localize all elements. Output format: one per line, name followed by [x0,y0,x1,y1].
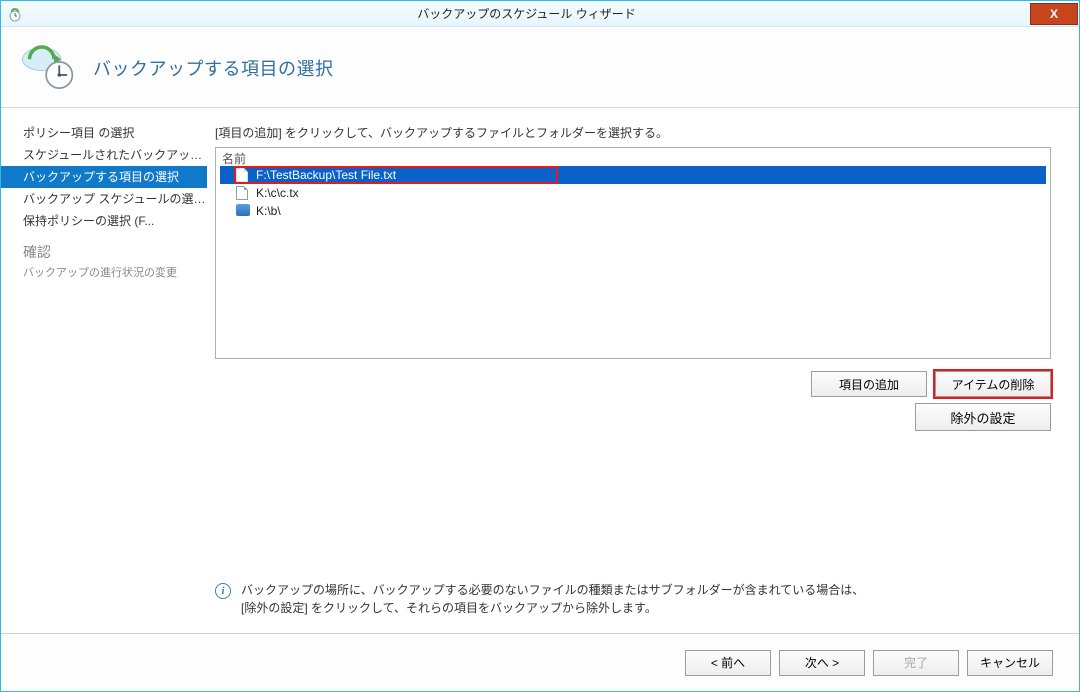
step-policy-items[interactable]: ポリシー項目 の選択 [1,122,207,144]
cloud-backup-icon [19,40,75,96]
info-text: バックアップの場所に、バックアップする必要のないファイルの種類またはサブフォルダ… [241,581,864,617]
step-select-items[interactable]: バックアップする項目の選択 [1,166,207,188]
cancel-button[interactable]: キャンセル [967,650,1053,676]
info-line-1: バックアップの場所に、バックアップする必要のないファイルの種類またはサブフォルダ… [241,583,864,597]
file-icon [236,186,252,200]
titlebar: バックアップのスケジュール ウィザード X [1,1,1079,27]
list-row-path: K:\c\c.tx [256,186,299,200]
step-confirm-sub: バックアップの進行状況の変更 [23,264,207,280]
info-line-2: [除外の設定] をクリックして、それらの項目をバックアップから除外します。 [241,601,657,615]
file-icon [236,168,252,182]
wizard-window: バックアップのスケジュール ウィザード X バックアップする項目の選択 ポリシー… [0,0,1080,692]
list-header-name: 名前 [216,148,1050,164]
remove-items-button[interactable]: アイテムの削除 [935,371,1051,397]
instruction-text: [項目の追加] をクリックして、バックアップするファイルとフォルダーを選択する。 [215,124,1051,141]
items-list[interactable]: 名前 F:\TestBackup\Test File.txt K:\c\c.tx [215,147,1051,359]
list-body: F:\TestBackup\Test File.txt K:\c\c.tx K:… [220,166,1046,354]
wizard-header: バックアップする項目の選択 [1,28,1079,108]
info-block: i バックアップの場所に、バックアップする必要のないファイルの種類またはサブフォ… [215,581,1051,617]
next-button[interactable]: 次へ > [779,650,865,676]
wizard-footer: < 前へ 次へ > 完了 キャンセル [1,633,1079,691]
content-area: [項目の追加] をクリックして、バックアップするファイルとフォルダーを選択する。… [207,108,1079,633]
window-title: バックアップのスケジュール ウィザード [23,5,1030,22]
list-row[interactable]: K:\b\ [220,202,1046,220]
wizard-steps-sidebar: ポリシー項目 の選択 スケジュールされたバックアップを... バックアップする項… [1,108,207,633]
step-scheduled-backup[interactable]: スケジュールされたバックアップを... [1,144,207,166]
finish-button: 完了 [873,650,959,676]
close-button[interactable]: X [1030,3,1078,25]
step-retention-policy[interactable]: 保持ポリシーの選択 (F... [1,210,207,232]
add-items-button[interactable]: 項目の追加 [811,371,927,397]
step-select-schedule[interactable]: バックアップ スケジュールの選択 ... [1,188,207,210]
mid-area: ポリシー項目 の選択 スケジュールされたバックアップを... バックアップする項… [1,108,1079,633]
exclusion-settings-button[interactable]: 除外の設定 [915,403,1051,431]
info-icon: i [215,583,231,599]
list-row-selected[interactable]: F:\TestBackup\Test File.txt [220,166,1046,184]
step-confirm-group: 確認 バックアップの進行状況の変更 [1,242,207,280]
app-icon [7,6,23,22]
list-row[interactable]: K:\c\c.tx [220,184,1046,202]
list-row-path: F:\TestBackup\Test File.txt [256,168,396,182]
page-title: バックアップする項目の選択 [93,55,334,81]
item-buttons-row: 項目の追加 アイテムの削除 [215,371,1051,397]
step-confirm-title: 確認 [23,242,207,262]
window-body: バックアップする項目の選択 ポリシー項目 の選択 スケジュールされたバックアップ… [1,27,1079,691]
exclusion-button-row: 除外の設定 [215,403,1051,431]
back-button[interactable]: < 前へ [685,650,771,676]
server-icon [236,204,252,218]
list-row-path: K:\b\ [256,204,281,218]
